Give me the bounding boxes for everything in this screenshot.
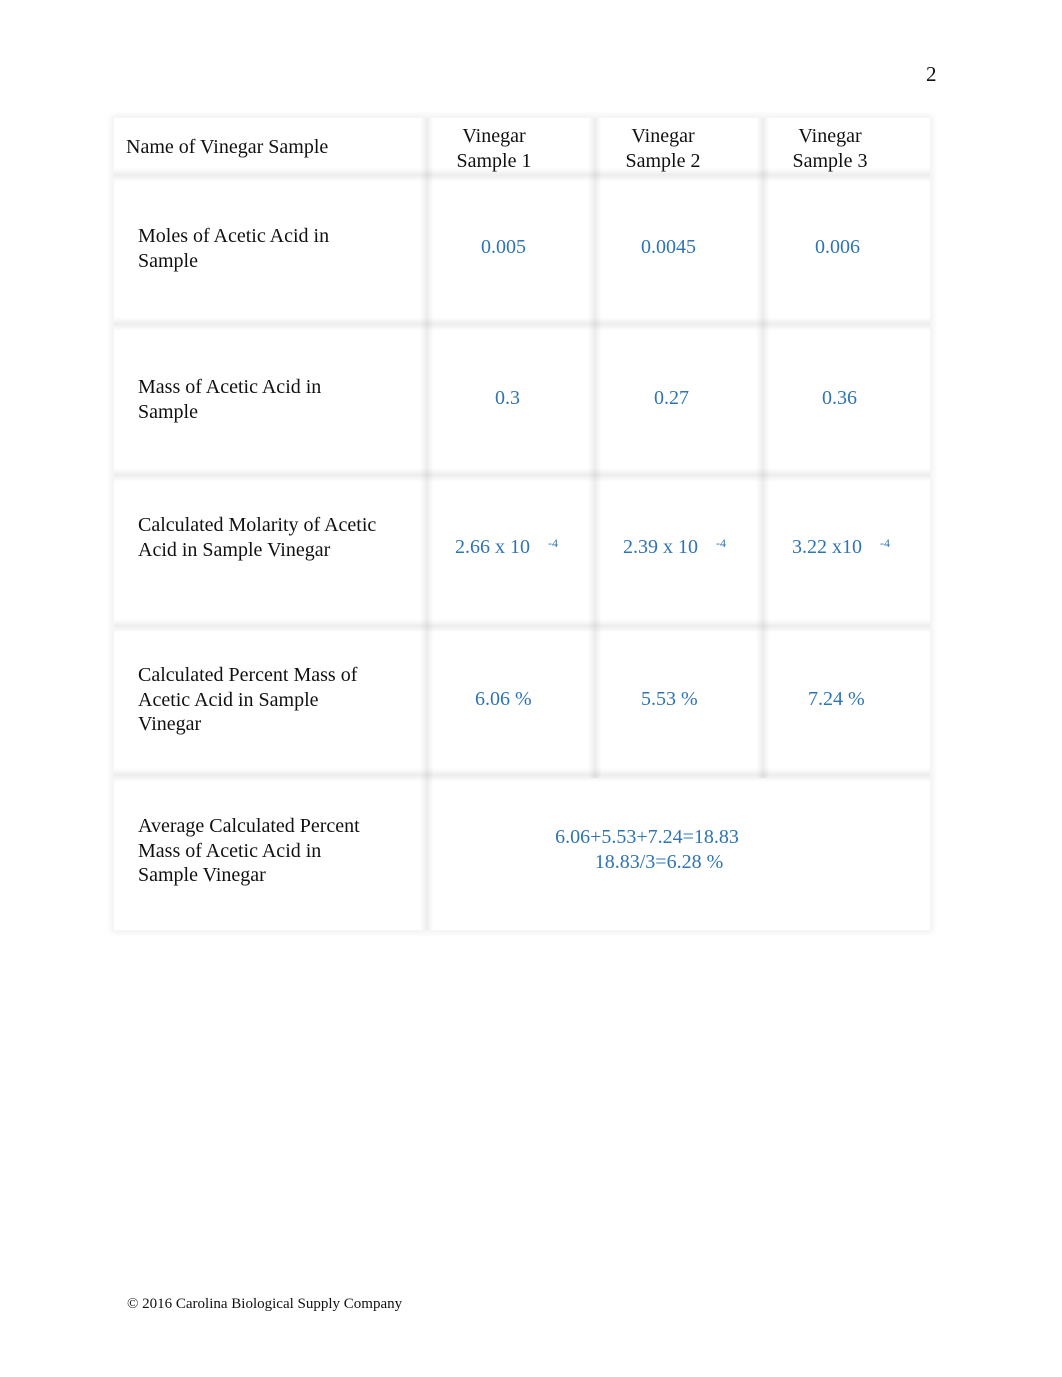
average-sum-line: 6.06+5.53+7.24=18.83 (555, 826, 739, 848)
moles-sample-1: 0.005 (481, 236, 526, 258)
row-label-mass: Mass of Acetic Acid in Sample (138, 376, 322, 423)
molarity-exponent: -4 (716, 536, 726, 550)
header-line: Sample 1 (456, 150, 532, 172)
molarity-exponent: -4 (548, 536, 558, 550)
row-label-moles: Moles of Acetic Acid in Sample (138, 225, 330, 272)
mass-sample-2: 0.27 (654, 387, 689, 409)
vinegar-data-table: Name of Vinegar Sample Vinegar Sample 1 … (114, 118, 930, 930)
row-label-average: Average Calculated Percent Mass of Aceti… (138, 815, 360, 886)
average-result-line: 18.83/3=6.28 % (594, 851, 724, 873)
header-sample-2: Vinegar Sample 2 (613, 124, 713, 174)
header-line: Sample 2 (625, 150, 701, 172)
column-divider (756, 118, 770, 778)
mass-sample-3: 0.36 (822, 387, 857, 409)
row-divider (114, 768, 930, 782)
header-line: Sample 3 (792, 150, 868, 172)
molarity-sample-2: 2.39 x 10 -4 (623, 536, 726, 559)
molarity-sample-3: 3.22 x10 -4 (792, 536, 890, 559)
mass-sample-1: 0.3 (495, 387, 520, 409)
percent-sample-2: 5.53 % (641, 688, 698, 710)
moles-sample-3: 0.006 (815, 236, 860, 258)
column-divider (420, 118, 434, 930)
header-line: Vinegar (462, 125, 526, 147)
row-divider (114, 468, 930, 482)
percent-sample-3: 7.24 % (808, 688, 865, 710)
molarity-mantissa: 3.22 x10 (792, 536, 862, 558)
header-line: Vinegar (631, 125, 695, 147)
row-divider (114, 317, 930, 331)
molarity-mantissa: 2.39 x 10 (623, 536, 698, 558)
row-label-percent-mass: Calculated Percent Mass of Acetic Acid i… (138, 664, 358, 735)
molarity-sample-1: 2.66 x 10 -4 (455, 536, 558, 559)
average-calculation: 6.06+5.53+7.24=18.83 18.83/3=6.28 % (534, 825, 760, 875)
molarity-mantissa: 2.66 x 10 (455, 536, 530, 558)
header-sample-name: Name of Vinegar Sample (126, 136, 329, 158)
page-number: 2 (926, 62, 937, 86)
moles-sample-2: 0.0045 (641, 236, 696, 258)
row-label-molarity: Calculated Molarity of Acetic Acid in Sa… (138, 514, 377, 561)
row-divider (114, 619, 930, 633)
header-sample-3: Vinegar Sample 3 (780, 124, 880, 174)
header-line: Vinegar (798, 125, 862, 147)
molarity-exponent: -4 (880, 536, 890, 550)
copyright-footer: © 2016 Carolina Biological Supply Compan… (127, 1296, 403, 1312)
header-sample-1: Vinegar Sample 1 (444, 124, 544, 174)
percent-sample-1: 6.06 % (475, 688, 532, 710)
column-divider (588, 118, 602, 778)
